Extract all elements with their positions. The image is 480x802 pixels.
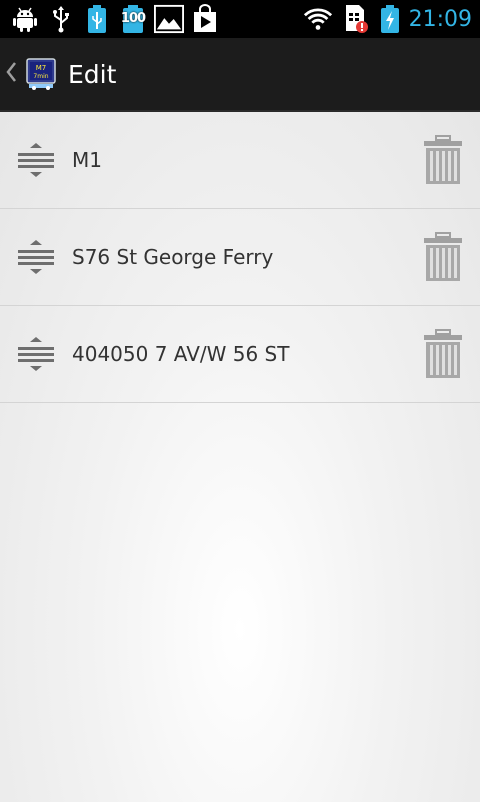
list-item[interactable]: 404050 7 AV/W 56 ST (0, 306, 480, 403)
app-icon[interactable]: M7 7min (26, 58, 56, 90)
drag-handle-icon[interactable] (16, 142, 56, 178)
wifi-icon (303, 4, 333, 34)
trash-icon[interactable] (422, 232, 464, 282)
drag-handle-icon[interactable] (16, 239, 56, 275)
battery-badge: 100 (120, 11, 146, 26)
android-debug-icon (10, 4, 40, 34)
list-item[interactable]: S76 St George Ferry (0, 209, 480, 306)
system-icons: 21:09 (303, 0, 472, 38)
status-bar: 100 21:09 (0, 0, 480, 38)
svg-text:M7: M7 (36, 64, 47, 72)
route-label: S76 St George Ferry (72, 245, 274, 269)
route-label: 404050 7 AV/W 56 ST (72, 342, 290, 366)
route-label: M1 (72, 148, 102, 172)
up-navigation-chevron-icon[interactable] (0, 60, 24, 89)
notification-icons: 100 (0, 4, 220, 34)
trash-icon[interactable] (422, 135, 464, 185)
status-clock: 21:09 (408, 6, 472, 32)
usb-icon (46, 4, 76, 34)
sim-alert-icon (341, 4, 371, 34)
gallery-icon (154, 4, 184, 34)
battery-charging-icon (379, 4, 401, 34)
battery-usb-icon (82, 4, 112, 34)
play-store-icon (190, 4, 220, 34)
list-item[interactable]: M1 (0, 112, 480, 209)
drag-handle-icon[interactable] (16, 336, 56, 372)
page-title: Edit (68, 59, 117, 89)
route-list: M1 S76 St George Ferry 404050 7 AV/W 56 … (0, 112, 480, 802)
trash-icon[interactable] (422, 329, 464, 379)
battery-100-icon: 100 (118, 4, 148, 34)
svg-text:7min: 7min (33, 73, 48, 80)
action-bar: M7 7min Edit (0, 38, 480, 112)
